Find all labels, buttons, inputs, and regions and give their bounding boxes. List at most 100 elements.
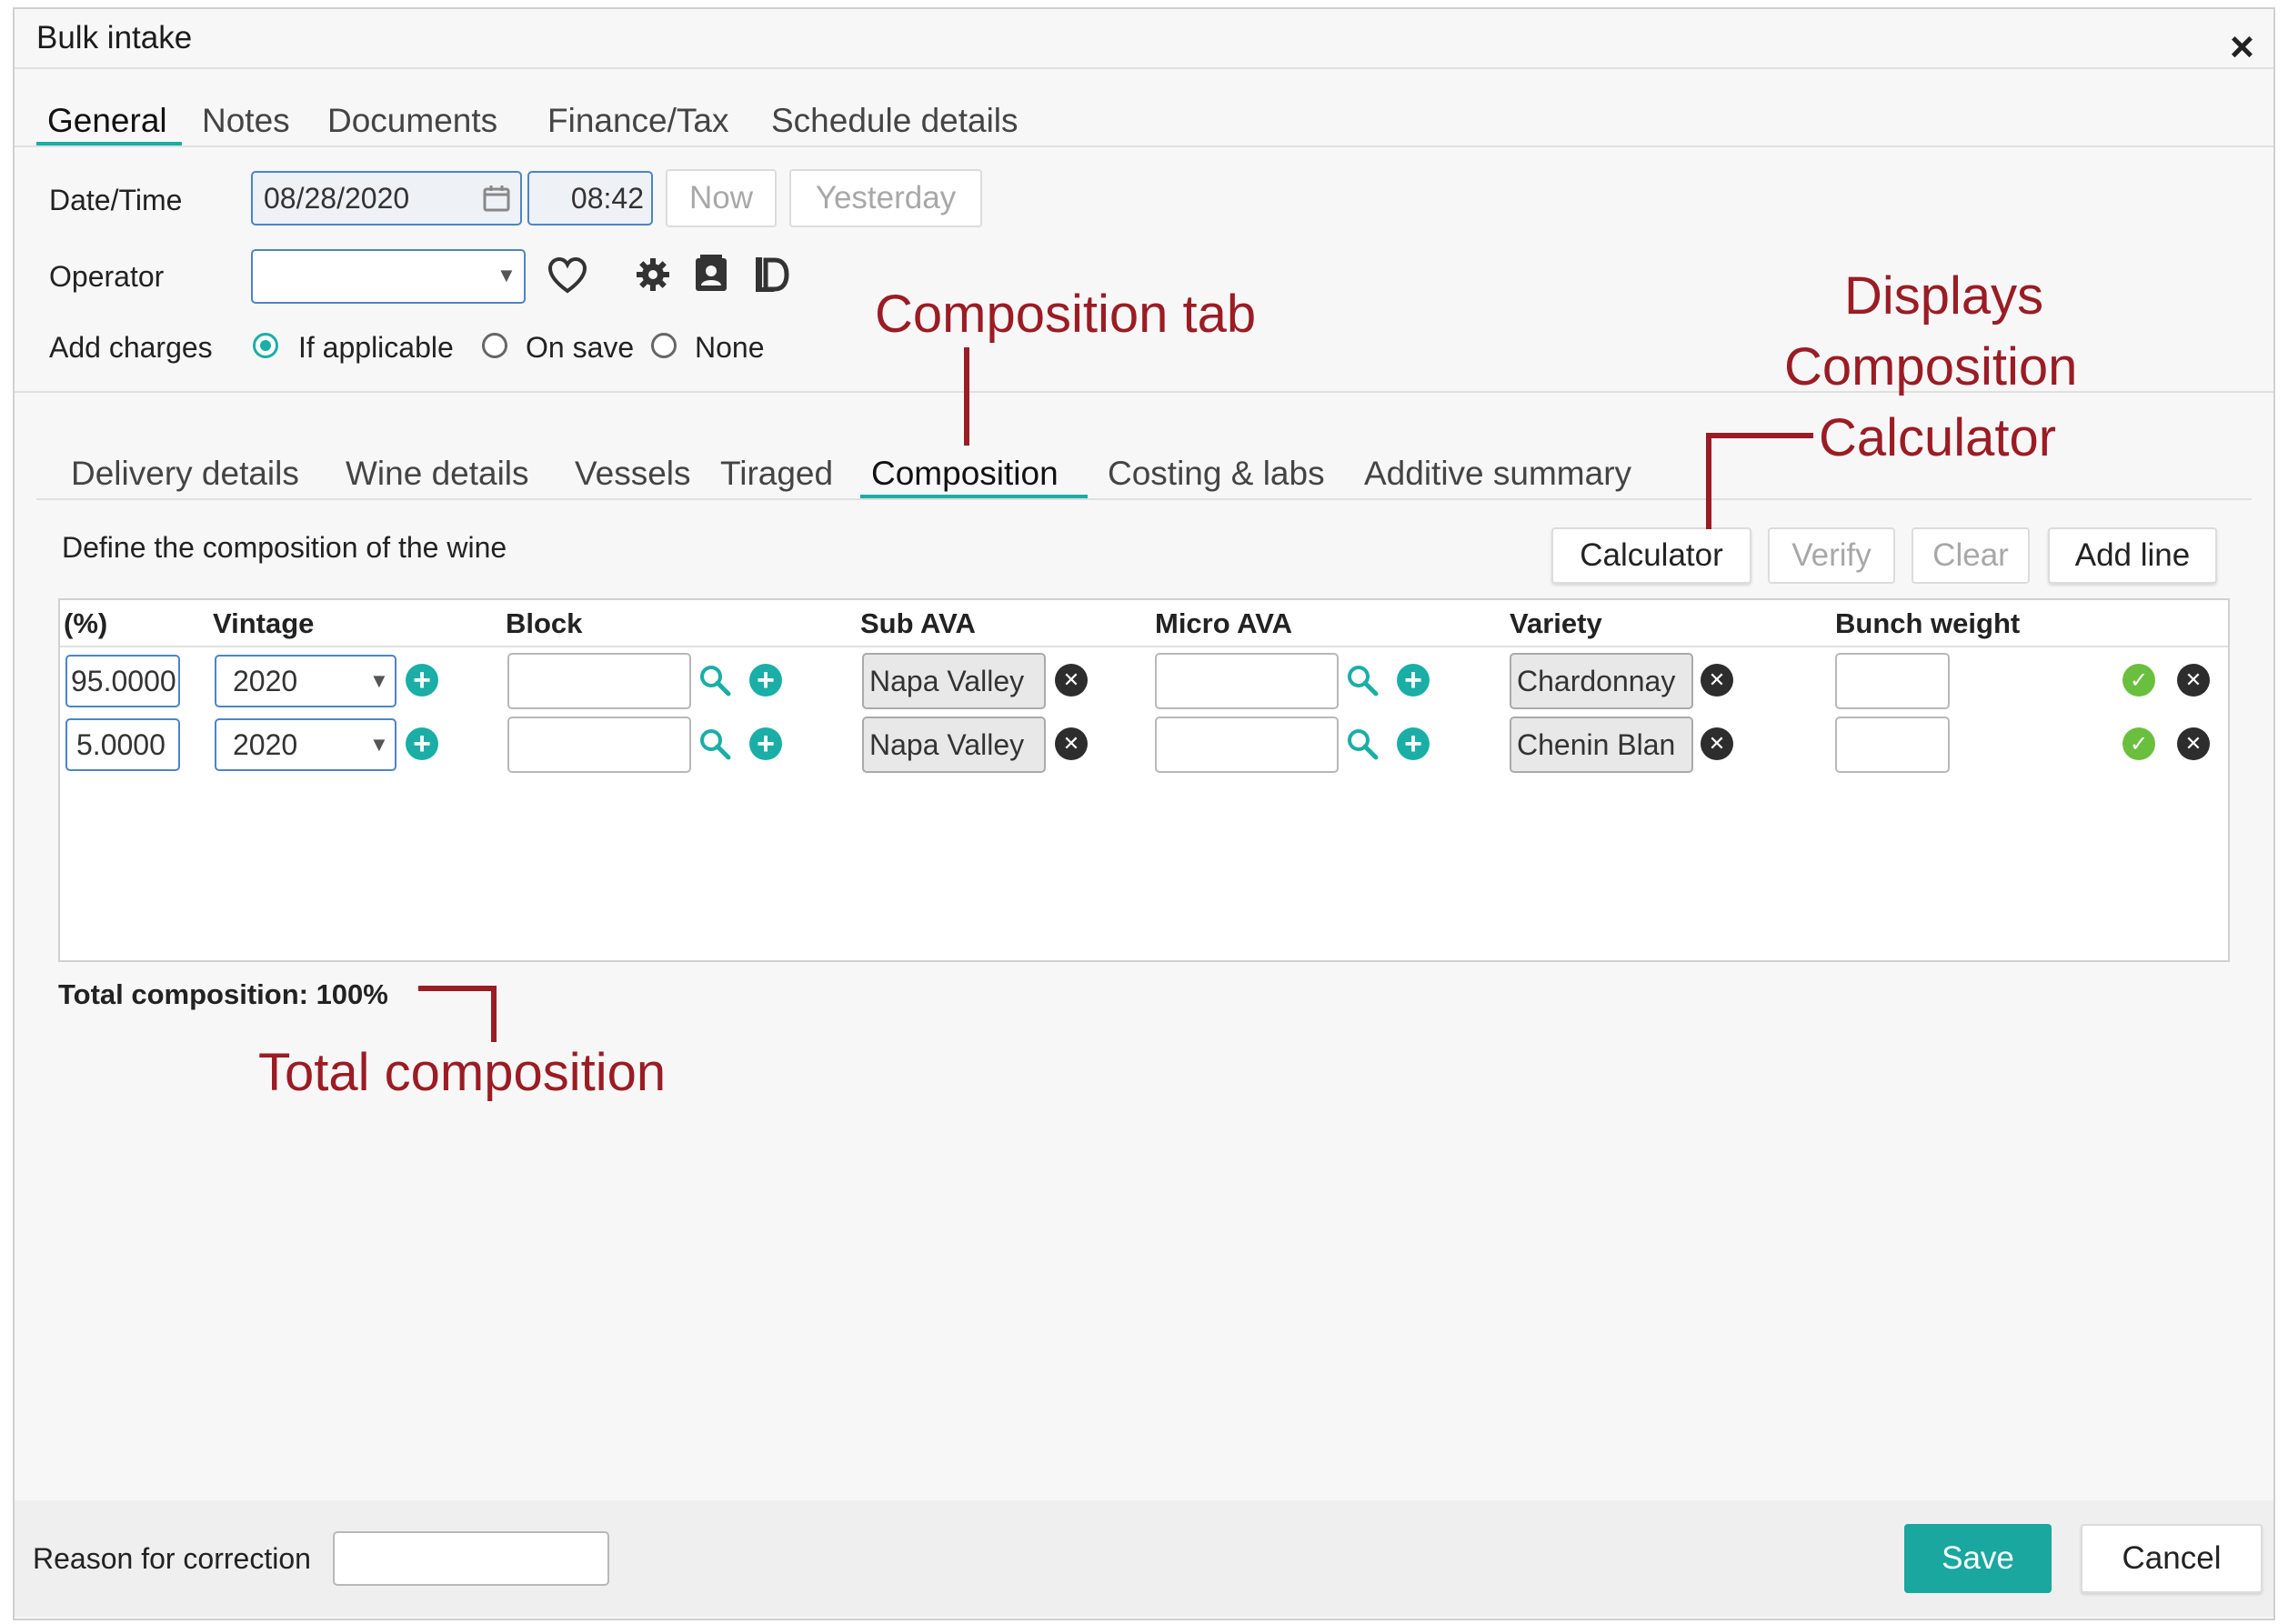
contact-card-icon[interactable] (693, 253, 729, 299)
micro-ava-input[interactable] (1155, 653, 1339, 709)
gear-icon[interactable] (635, 256, 671, 297)
calendar-icon[interactable] (482, 184, 511, 220)
tab-tiraged[interactable]: Tiraged (720, 455, 833, 493)
reason-for-correction-input[interactable] (333, 1531, 609, 1586)
vintage-select[interactable]: 2020 ▼ (215, 655, 396, 707)
confirm-row-icon[interactable]: ✓ (2122, 727, 2155, 760)
operator-label: Operator (49, 260, 165, 293)
percent-input[interactable]: 5.0000 (65, 718, 180, 771)
annotation-calculator-line3: Calculator (1819, 408, 2057, 467)
bunch-weight-input[interactable] (1835, 717, 1950, 773)
tab-delivery-details[interactable]: Delivery details (71, 455, 299, 493)
search-icon[interactable] (1346, 664, 1379, 701)
block-input[interactable] (507, 717, 691, 773)
add-block-icon[interactable]: + (749, 727, 782, 760)
col-header-block: Block (506, 607, 583, 639)
annotation-total-composition: Total composition (258, 1043, 667, 1102)
yesterday-button[interactable]: Yesterday (789, 169, 982, 227)
add-line-button[interactable]: Add line (2048, 527, 2217, 584)
add-vintage-icon[interactable]: + (406, 727, 438, 760)
chevron-down-icon: ▼ (369, 733, 389, 756)
annotation-composition-tab: Composition tab (875, 285, 1257, 344)
calculator-button[interactable]: Calculator (1551, 527, 1751, 584)
add-charges-label: Add charges (49, 331, 213, 364)
tab-wine-details[interactable]: Wine details (346, 455, 529, 493)
bunch-weight-input[interactable] (1835, 653, 1950, 709)
clear-variety-icon[interactable]: ✕ (1701, 664, 1733, 697)
tab-costing-labs[interactable]: Costing & labs (1108, 455, 1325, 493)
add-vintage-icon[interactable]: + (406, 664, 438, 697)
add-micro-ava-icon[interactable]: + (1397, 664, 1430, 697)
delete-row-icon[interactable]: ✕ (2177, 727, 2210, 760)
operator-value (255, 251, 264, 302)
col-header-sub-ava: Sub AVA (860, 607, 976, 639)
tab-documents[interactable]: Documents (327, 102, 497, 140)
time-field[interactable]: 08:42 (527, 171, 653, 226)
tab-notes[interactable]: Notes (202, 102, 290, 140)
operator-select[interactable]: ▼ (251, 249, 526, 304)
datetime-label: Date/Time (49, 184, 183, 216)
annotation-line-calculator-h (1706, 433, 1813, 438)
annotation-line-total-v (491, 986, 497, 1042)
clear-variety-icon[interactable]: ✕ (1701, 727, 1733, 760)
annotation-calculator-line1: Displays (1844, 266, 2044, 326)
vintage-value: 2020 (233, 664, 298, 697)
variety-field: Chenin Blan (1510, 717, 1693, 773)
percent-input[interactable]: 95.0000 (65, 655, 180, 707)
confirm-row-icon[interactable]: ✓ (2122, 664, 2155, 697)
tab-general[interactable]: General (47, 102, 167, 140)
clear-button[interactable]: Clear (1912, 527, 2030, 584)
tab-schedule-details[interactable]: Schedule details (771, 102, 1019, 140)
tab-vessels[interactable]: Vessels (575, 455, 691, 493)
radio-on-save-label: On save (526, 331, 635, 364)
radio-none-label: None (695, 331, 765, 364)
sub-ava-field: Napa Valley (862, 717, 1046, 773)
save-button[interactable]: Save (1904, 1524, 2052, 1593)
block-input[interactable] (507, 653, 691, 709)
delete-row-icon[interactable]: ✕ (2177, 664, 2210, 697)
composition-description: Define the composition of the wine (62, 531, 507, 564)
document-d-icon[interactable] (753, 255, 789, 299)
clear-sub-ava-icon[interactable]: ✕ (1055, 664, 1088, 697)
radio-on-save[interactable] (482, 333, 507, 358)
search-icon[interactable] (1346, 727, 1379, 765)
reason-for-correction-label: Reason for correction (33, 1542, 311, 1575)
col-header-variety: Variety (1510, 607, 1602, 639)
tab-additive-summary[interactable]: Additive summary (1364, 455, 1631, 493)
title-divider (15, 67, 2273, 69)
add-block-icon[interactable]: + (749, 664, 782, 697)
annotation-line-calculator-v (1706, 433, 1711, 529)
micro-ava-input[interactable] (1155, 717, 1339, 773)
col-header-vintage: Vintage (213, 607, 315, 639)
grid-header-divider (60, 646, 2228, 647)
date-field[interactable]: 08/28/2020 (251, 171, 522, 226)
col-header-bunch-weight: Bunch weight (1835, 607, 2021, 639)
col-header-percent: (%) (64, 607, 108, 639)
clear-sub-ava-icon[interactable]: ✕ (1055, 727, 1088, 760)
close-icon[interactable]: × (2230, 25, 2254, 67)
chevron-down-icon: ▼ (497, 264, 517, 286)
tab-composition[interactable]: Composition (871, 455, 1059, 493)
dialog-title: Bulk intake (36, 20, 193, 55)
main-tabs-divider (15, 145, 2273, 147)
variety-field: Chardonnay (1510, 653, 1693, 709)
radio-if-applicable[interactable] (253, 333, 278, 358)
vintage-select[interactable]: 2020 ▼ (215, 718, 396, 771)
favorite-heart-icon[interactable] (547, 256, 587, 299)
radio-if-applicable-label: If applicable (298, 331, 454, 364)
vintage-value: 2020 (233, 727, 298, 761)
sub-ava-field: Napa Valley (862, 653, 1046, 709)
search-icon[interactable] (698, 664, 731, 701)
now-button[interactable]: Now (666, 169, 777, 227)
radio-none[interactable] (651, 333, 677, 358)
cancel-button[interactable]: Cancel (2081, 1524, 2263, 1593)
add-micro-ava-icon[interactable]: + (1397, 727, 1430, 760)
chevron-down-icon: ▼ (369, 669, 389, 692)
verify-button[interactable]: Verify (1768, 527, 1895, 584)
tab-finance-tax[interactable]: Finance/Tax (547, 102, 729, 140)
search-icon[interactable] (698, 727, 731, 765)
sub-tabs-divider (36, 498, 2252, 500)
total-composition: Total composition: 100% (58, 978, 388, 1010)
date-value: 08/28/2020 (264, 181, 410, 215)
col-header-micro-ava: Micro AVA (1155, 607, 1292, 639)
